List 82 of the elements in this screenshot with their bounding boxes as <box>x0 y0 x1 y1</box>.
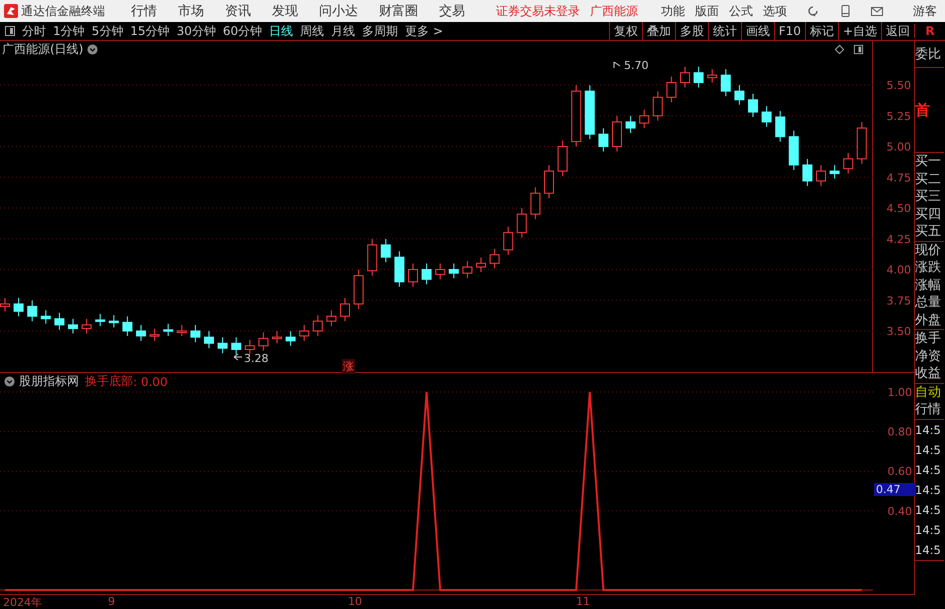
menu-item[interactable]: 资讯 <box>225 2 251 20</box>
axis-label: 4.25 <box>886 232 911 246</box>
login-notice[interactable]: 证券交易未登录 <box>496 2 580 20</box>
trade-time: 14:5 <box>915 542 942 558</box>
period-tab[interactable]: 周线 <box>300 22 324 40</box>
quote-label: 总量 <box>915 294 942 312</box>
series-name: 换手底部 <box>85 373 133 390</box>
axis-label: 5.50 <box>886 79 911 92</box>
quote-label: 换手 <box>915 330 942 348</box>
axis-label: 4.00 <box>886 264 911 276</box>
quote-label: 买五 <box>915 223 942 240</box>
diamond-icon[interactable] <box>834 44 845 54</box>
user-label[interactable]: 游客 <box>913 2 937 20</box>
stock-name: 广西能源 <box>590 2 638 20</box>
quote-label: 委比 <box>915 46 942 63</box>
period-tab[interactable]: 15分钟 <box>130 22 170 40</box>
sidebar-toggle-icon[interactable] <box>4 25 16 37</box>
axis-label: 0.80 <box>888 426 912 439</box>
panel-icon[interactable] <box>853 44 864 54</box>
quote-label: 买一 <box>915 153 942 170</box>
date-label: 9 <box>108 595 115 608</box>
date-label: 2024年 <box>3 595 42 609</box>
rise-marker: 涨 <box>342 359 355 374</box>
menu-item[interactable]: 版面 <box>695 2 719 20</box>
dropdown-icon[interactable] <box>4 376 15 387</box>
menu-item[interactable]: 交易 <box>439 2 465 20</box>
period-tab[interactable]: 30分钟 <box>176 22 216 40</box>
dropdown-icon[interactable] <box>87 44 98 54</box>
chart-title: 广西能源(日线) <box>2 40 84 58</box>
period-tab[interactable]: 60分钟 <box>222 22 262 40</box>
limit-label: 首 <box>915 100 931 120</box>
period-tab[interactable]: 月线 <box>331 22 356 40</box>
axis-label: 3.50 <box>886 325 911 338</box>
axis-label: 3.75 <box>886 294 911 308</box>
menu-item[interactable]: 公式 <box>729 2 753 20</box>
quote-label: 收益 <box>915 365 942 382</box>
indicator-name: 股朋指标网 <box>19 373 79 390</box>
axis-label: 4.50 <box>886 202 911 215</box>
quote-label: 现价 <box>915 242 942 259</box>
app-logo-icon <box>4 4 18 18</box>
trade-time: 14:5 <box>915 462 942 478</box>
menu-item[interactable]: 市场 <box>178 2 204 20</box>
indicator-reading: : 0.00 <box>133 374 168 388</box>
period-tab[interactable]: 1分钟 <box>53 22 85 40</box>
refresh-icon[interactable] <box>806 4 820 18</box>
date-label: 11 <box>576 595 590 608</box>
trade-time: 14:5 <box>915 442 942 458</box>
quote-label: 买二 <box>915 170 942 188</box>
menu-item[interactable]: 选项 <box>763 2 787 20</box>
quote-label: 涨跌 <box>915 259 942 276</box>
menu-item[interactable]: 财富圈 <box>379 2 418 20</box>
trade-time: 14:5 <box>915 522 942 538</box>
cursor-value: 0.47 <box>874 483 916 496</box>
quote-label: 买四 <box>915 206 942 223</box>
axis-label: 4.75 <box>886 171 911 184</box>
trade-time: 14:5 <box>915 482 942 498</box>
period-tab[interactable]: 日线 <box>269 22 294 40</box>
axis-label: 5.00 <box>886 140 911 154</box>
axis-label: 1.00 <box>888 386 912 399</box>
period-tab[interactable]: 更多 > <box>405 22 443 40</box>
menu-item[interactable]: 发现 <box>272 2 298 20</box>
axis-label: 5.25 <box>886 110 911 123</box>
trade-time: 14:5 <box>915 502 942 518</box>
mode-label: 行情 <box>915 401 942 418</box>
trade-time: 14:5 <box>915 422 942 438</box>
date-label: 10 <box>348 595 362 608</box>
axis-label: 0.60 <box>888 465 912 478</box>
mail-icon[interactable] <box>870 4 884 18</box>
period-tab[interactable]: 分时 <box>22 22 46 40</box>
quote-label: 外盘 <box>915 312 942 329</box>
period-tab[interactable]: 多周期 <box>362 22 398 40</box>
menu-item[interactable]: 行情 <box>131 2 157 20</box>
period-tab[interactable]: 5分钟 <box>92 22 124 40</box>
axis-label: 0.40 <box>888 504 912 518</box>
quote-label: 净资 <box>915 348 942 365</box>
mode-label: 自动 <box>915 384 942 401</box>
quote-label: 涨幅 <box>915 276 942 294</box>
app-title: 通达信金融终端 <box>21 2 105 20</box>
menu-item[interactable]: 功能 <box>661 2 685 20</box>
quote-label: 买三 <box>915 188 942 206</box>
side-tab[interactable]: R <box>914 24 945 38</box>
menu-item[interactable]: 问小达 <box>319 2 358 20</box>
